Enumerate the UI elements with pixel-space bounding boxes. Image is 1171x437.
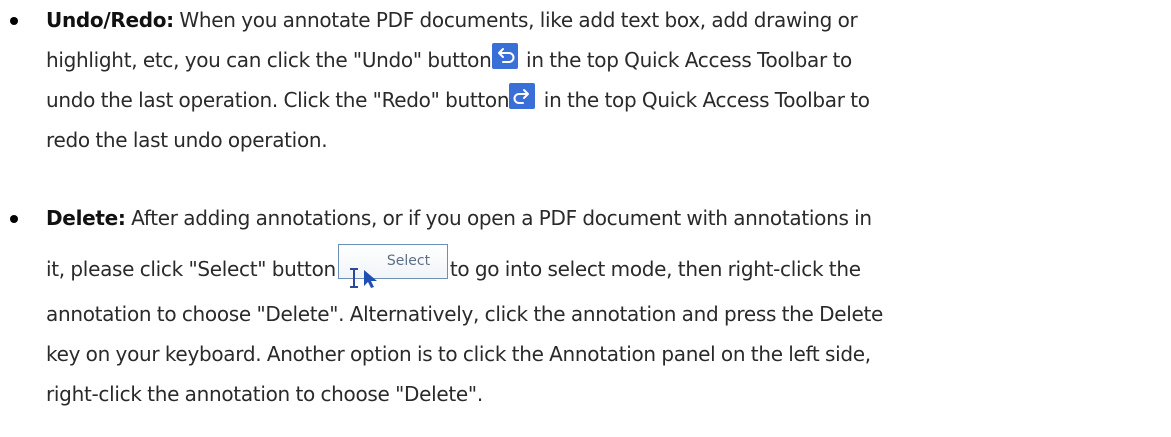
term-delete: Delete:: [46, 206, 126, 230]
text-line: Delete: After adding annotations, or if …: [46, 206, 872, 230]
text-line: redo the last undo operation.: [46, 128, 328, 152]
text-line: Undo/Redo: When you annotate PDF documen…: [46, 8, 858, 32]
redo-icon: [509, 83, 536, 109]
document-body: Undo/Redo: When you annotate PDF documen…: [0, 0, 1171, 437]
text-line: undo the last operation. Click the "Redo…: [46, 80, 1156, 120]
term-undo-redo: Undo/Redo:: [46, 8, 174, 32]
bullet: [10, 17, 18, 25]
list-item-undo-redo: Undo/Redo: When you annotate PDF documen…: [10, 0, 1156, 160]
select-button-image: Select: [337, 244, 448, 288]
list-item-delete: Delete: After adding annotations, or if …: [10, 198, 1156, 414]
text-line: highlight, etc, you can click the "Undo"…: [46, 40, 1156, 80]
undo-icon: [491, 43, 518, 69]
text-line: key on your keyboard. Another option is …: [46, 342, 871, 366]
select-button-label: Select: [386, 253, 431, 269]
text-line: right-click the annotation to choose "De…: [46, 382, 483, 406]
text-line: it, please click "Select" button Select t…: [46, 238, 1156, 294]
text-line: annotation to choose "Delete". Alternati…: [46, 302, 884, 326]
cursor-select-icon: [347, 251, 383, 288]
bullet: [10, 215, 18, 223]
